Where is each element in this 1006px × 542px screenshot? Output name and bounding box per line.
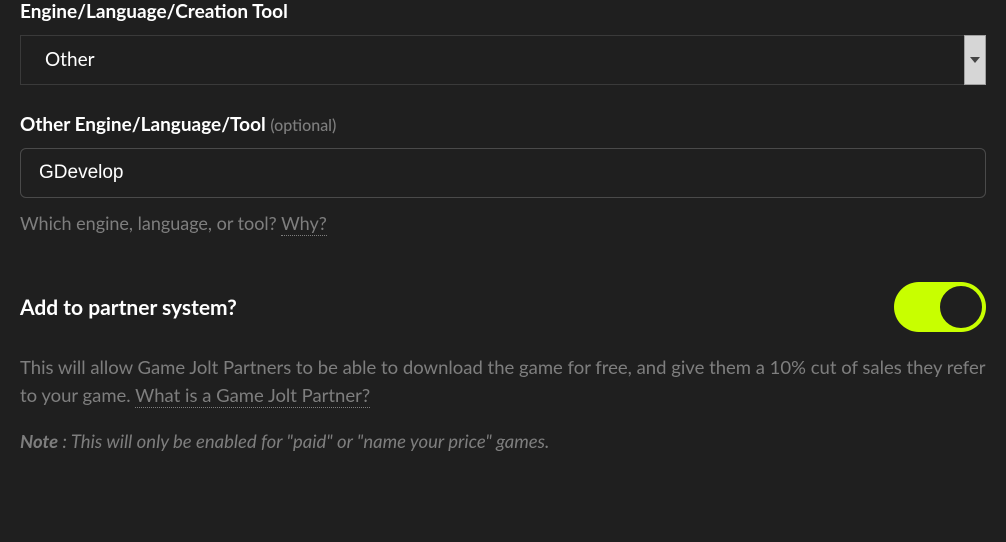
note-sep: : bbox=[58, 430, 71, 452]
what-is-partner-link[interactable]: What is a Game Jolt Partner? bbox=[135, 384, 370, 408]
engine-field: Engine/Language/Creation Tool Other bbox=[20, 0, 986, 85]
why-link[interactable]: Why? bbox=[281, 212, 327, 236]
partner-title: Add to partner system? bbox=[20, 295, 237, 320]
other-engine-helper: Which engine, language, or tool? Why? bbox=[20, 212, 986, 234]
other-engine-label: Other Engine/Language/Tool (optional) bbox=[20, 113, 986, 136]
helper-text: Which engine, language, or tool? bbox=[20, 212, 277, 234]
partner-toggle[interactable] bbox=[894, 282, 986, 332]
note-label: Note bbox=[20, 430, 58, 452]
optional-hint: (optional) bbox=[270, 116, 336, 135]
engine-label: Engine/Language/Creation Tool bbox=[20, 0, 986, 23]
engine-select[interactable]: Other bbox=[20, 35, 986, 85]
partner-description: This will allow Game Jolt Partners to be… bbox=[20, 354, 986, 410]
partner-header: Add to partner system? bbox=[20, 282, 986, 332]
partner-note: Note : This will only be enabled for "pa… bbox=[20, 430, 986, 452]
other-engine-label-text: Other Engine/Language/Tool bbox=[20, 113, 266, 136]
note-body: This will only be enabled for "paid" or … bbox=[71, 430, 550, 452]
toggle-knob bbox=[938, 284, 984, 330]
engine-select-wrap: Other bbox=[20, 35, 986, 85]
other-engine-input[interactable] bbox=[20, 148, 986, 198]
other-engine-field: Other Engine/Language/Tool (optional) Wh… bbox=[20, 113, 986, 234]
